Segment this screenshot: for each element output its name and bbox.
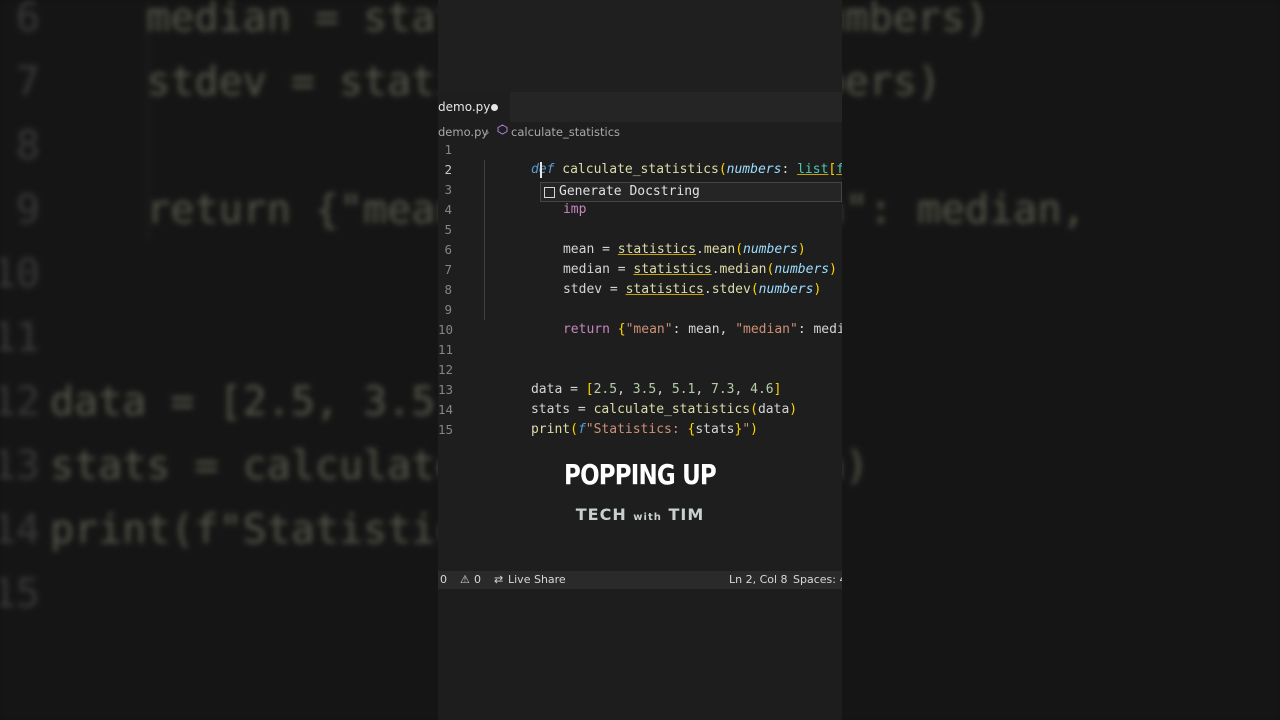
status-bar: 0 ⚠ 0 ⇄ Live Share Ln 2, Col 8 Spaces: 4	[438, 571, 842, 589]
indentation-setting[interactable]: Spaces: 4	[793, 573, 842, 586]
channel-watermark: TECH with TIM	[438, 505, 842, 524]
editor-panel: demo.py demo.py › calculate_statistics 1…	[438, 0, 842, 720]
breadcrumb-file[interactable]: demo.py	[438, 125, 488, 139]
code-line-5: mean = statistics.mean(numbers)	[562, 242, 806, 257]
warning-icon: ⚠	[460, 573, 470, 586]
code-line-14: print(f"Statistics: {stats}")	[530, 422, 758, 437]
line-number: 4	[444, 202, 452, 217]
background-line-number: 8	[15, 123, 40, 169]
snippet-icon	[544, 187, 555, 198]
line-number: 1	[444, 142, 452, 157]
background-line-number: 6	[15, 0, 40, 41]
background-line-number: 14	[0, 507, 40, 553]
tab-bar: demo.py	[438, 92, 842, 122]
line-number: 14	[438, 402, 454, 417]
brand-mid: with	[633, 512, 662, 523]
code-line-1: def calculate_statistics(numbers: list[f…	[530, 162, 842, 177]
line-number: 15	[438, 422, 454, 437]
background-line-number: 13	[0, 443, 40, 489]
method-icon	[497, 124, 508, 135]
code-editor[interactable]: 1 2 3 4 5 6 7 8 9 10 11 12 13 14 15 def calculate_stat…	[438, 140, 842, 440]
line-number: 5	[444, 222, 452, 237]
code-line-12: data = [2.5, 3.5, 5.1, 7.3, 4.6]	[530, 382, 782, 397]
background-line-number: 10	[0, 251, 40, 297]
unsaved-dot-icon[interactable]	[491, 104, 498, 111]
video-caption: POPPING UP	[564, 458, 717, 491]
background-line-number: 7	[15, 59, 40, 105]
cursor-position[interactable]: Ln 2, Col 8	[729, 573, 788, 586]
code-line-13: stats = calculate_statistics(data)	[530, 402, 798, 417]
line-number: 3	[444, 182, 452, 197]
live-share-button[interactable]: Live Share	[508, 573, 566, 586]
background-line-number: 11	[0, 315, 40, 361]
line-number: 9	[444, 302, 452, 317]
bottom-blank-area	[438, 589, 842, 720]
line-number: 12	[438, 362, 454, 377]
code-line-2: """"""	[516, 160, 610, 197]
code-line-6: median = statistics.median(numbers)	[562, 262, 837, 277]
code-line-9: return {"mean": mean, "median": median, …	[562, 322, 842, 337]
line-number: 7	[444, 262, 452, 277]
text-cursor	[540, 162, 542, 178]
line-number: 10	[438, 322, 454, 337]
line-number: 13	[438, 382, 454, 397]
suggestion-generate-docstring[interactable]: Generate Docstring	[559, 183, 700, 201]
brand-right: TIM	[668, 505, 705, 524]
top-blank-area	[438, 0, 842, 92]
warning-count[interactable]: 0	[474, 573, 481, 586]
tab-demo-py[interactable]: demo.py	[438, 92, 510, 122]
line-number: 8	[444, 282, 452, 297]
line-number: 11	[438, 342, 454, 357]
background-line-number: 9	[15, 187, 40, 233]
background-line-number: 15	[0, 571, 40, 617]
tab-label: demo.py	[438, 100, 491, 114]
brand-left: TECH	[575, 505, 627, 524]
live-share-icon: ⇄	[494, 573, 504, 586]
breadcrumb-symbol[interactable]: calculate_statistics	[511, 125, 620, 139]
suggestion-widget[interactable]: Generate Docstring	[540, 182, 842, 202]
background-line-number: 12	[0, 379, 40, 425]
error-count[interactable]: 0	[440, 573, 447, 586]
breadcrumb-separator: ›	[485, 125, 490, 139]
line-number: 6	[444, 242, 452, 257]
line-number: 2	[444, 162, 452, 177]
code-line-7: stdev = statistics.stdev(numbers)	[562, 282, 822, 297]
